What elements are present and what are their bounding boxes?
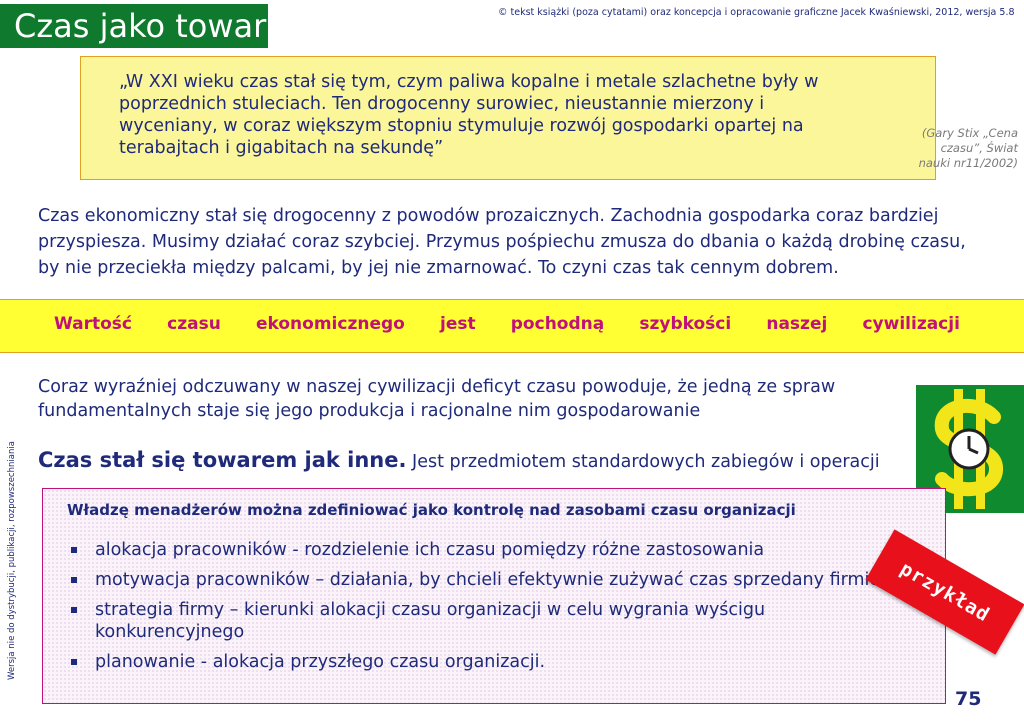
time-as-commodity-line: Czas stał się towarem jak inne. Jest prz…: [38, 448, 880, 472]
manager-power-box: Władzę menadżerów można zdefiniować jako…: [42, 488, 946, 704]
list-item-text: planowanie - alokacja przyszłego czasu o…: [95, 652, 546, 672]
banner-word: ekonomicznego: [256, 314, 405, 334]
banner-word: Wartość: [54, 314, 133, 334]
paragraph-time-deficit: Coraz wyraźniej odczuwany w naszej cywil…: [38, 377, 836, 421]
manager-bullet-list: alokacja pracowników - rozdzielenie ich …: [71, 539, 891, 681]
citation-line: (Gary Stix „Cena: [921, 126, 1018, 140]
banner-word: czasu: [167, 314, 221, 334]
citation-line: czasu”, Świat: [940, 141, 1018, 155]
banner-statement: Wartość czasu ekonomicznego jest pochodn…: [54, 314, 960, 334]
commodity-statement: Czas stał się towarem jak inne.: [38, 448, 407, 472]
list-item-text: motywacja pracowników – działania, by ch…: [95, 570, 881, 590]
bullet-icon: [71, 547, 77, 553]
banner-word: pochodną: [510, 314, 605, 334]
list-item: strategia firmy – kierunki alokacji czas…: [71, 599, 891, 643]
list-item-text: strategia firmy – kierunki alokacji czas…: [95, 600, 766, 642]
commodity-detail: Jest przedmiotem standardowych zabiegów …: [406, 452, 880, 472]
list-item: motywacja pracowników – działania, by ch…: [71, 569, 891, 591]
list-item: alokacja pracowników - rozdzielenie ich …: [71, 539, 891, 561]
quote-citation: (Gary Stix „Cena czasu”, Świat nauki nr1…: [898, 126, 1018, 171]
banner-word: jest: [440, 314, 476, 334]
manager-box-title: Władzę menadżerów można zdefiniować jako…: [67, 501, 796, 519]
quote-box: „W XXI wieku czas stał się tym, czym pal…: [80, 56, 936, 180]
bullet-icon: [71, 659, 77, 665]
paragraph-economic-time: Czas ekonomiczny stał się drogocenny z p…: [38, 206, 966, 278]
quote-text: „W XXI wieku czas stał się tym, czym pal…: [119, 72, 819, 158]
list-item-text: alokacja pracowników - rozdzielenie ich …: [95, 540, 765, 560]
page-title: Czas jako towar: [0, 4, 268, 48]
banner-word: szybkości: [639, 314, 732, 334]
highlight-banner: Wartość czasu ekonomicznego jest pochodn…: [0, 299, 1024, 353]
copyright-note: © tekst książki (poza cytatami) oraz kon…: [498, 7, 1015, 18]
bullet-icon: [71, 607, 77, 613]
banner-word: cywilizacji: [862, 314, 960, 334]
bullet-icon: [71, 577, 77, 583]
citation-line: nauki nr11/2002): [918, 156, 1018, 170]
side-watermark: Wersja nie do dystrybucji, publikacji, r…: [7, 441, 17, 680]
banner-word: naszej: [766, 314, 828, 334]
page-number: 75: [955, 688, 982, 710]
list-item: planowanie - alokacja przyszłego czasu o…: [71, 651, 891, 673]
